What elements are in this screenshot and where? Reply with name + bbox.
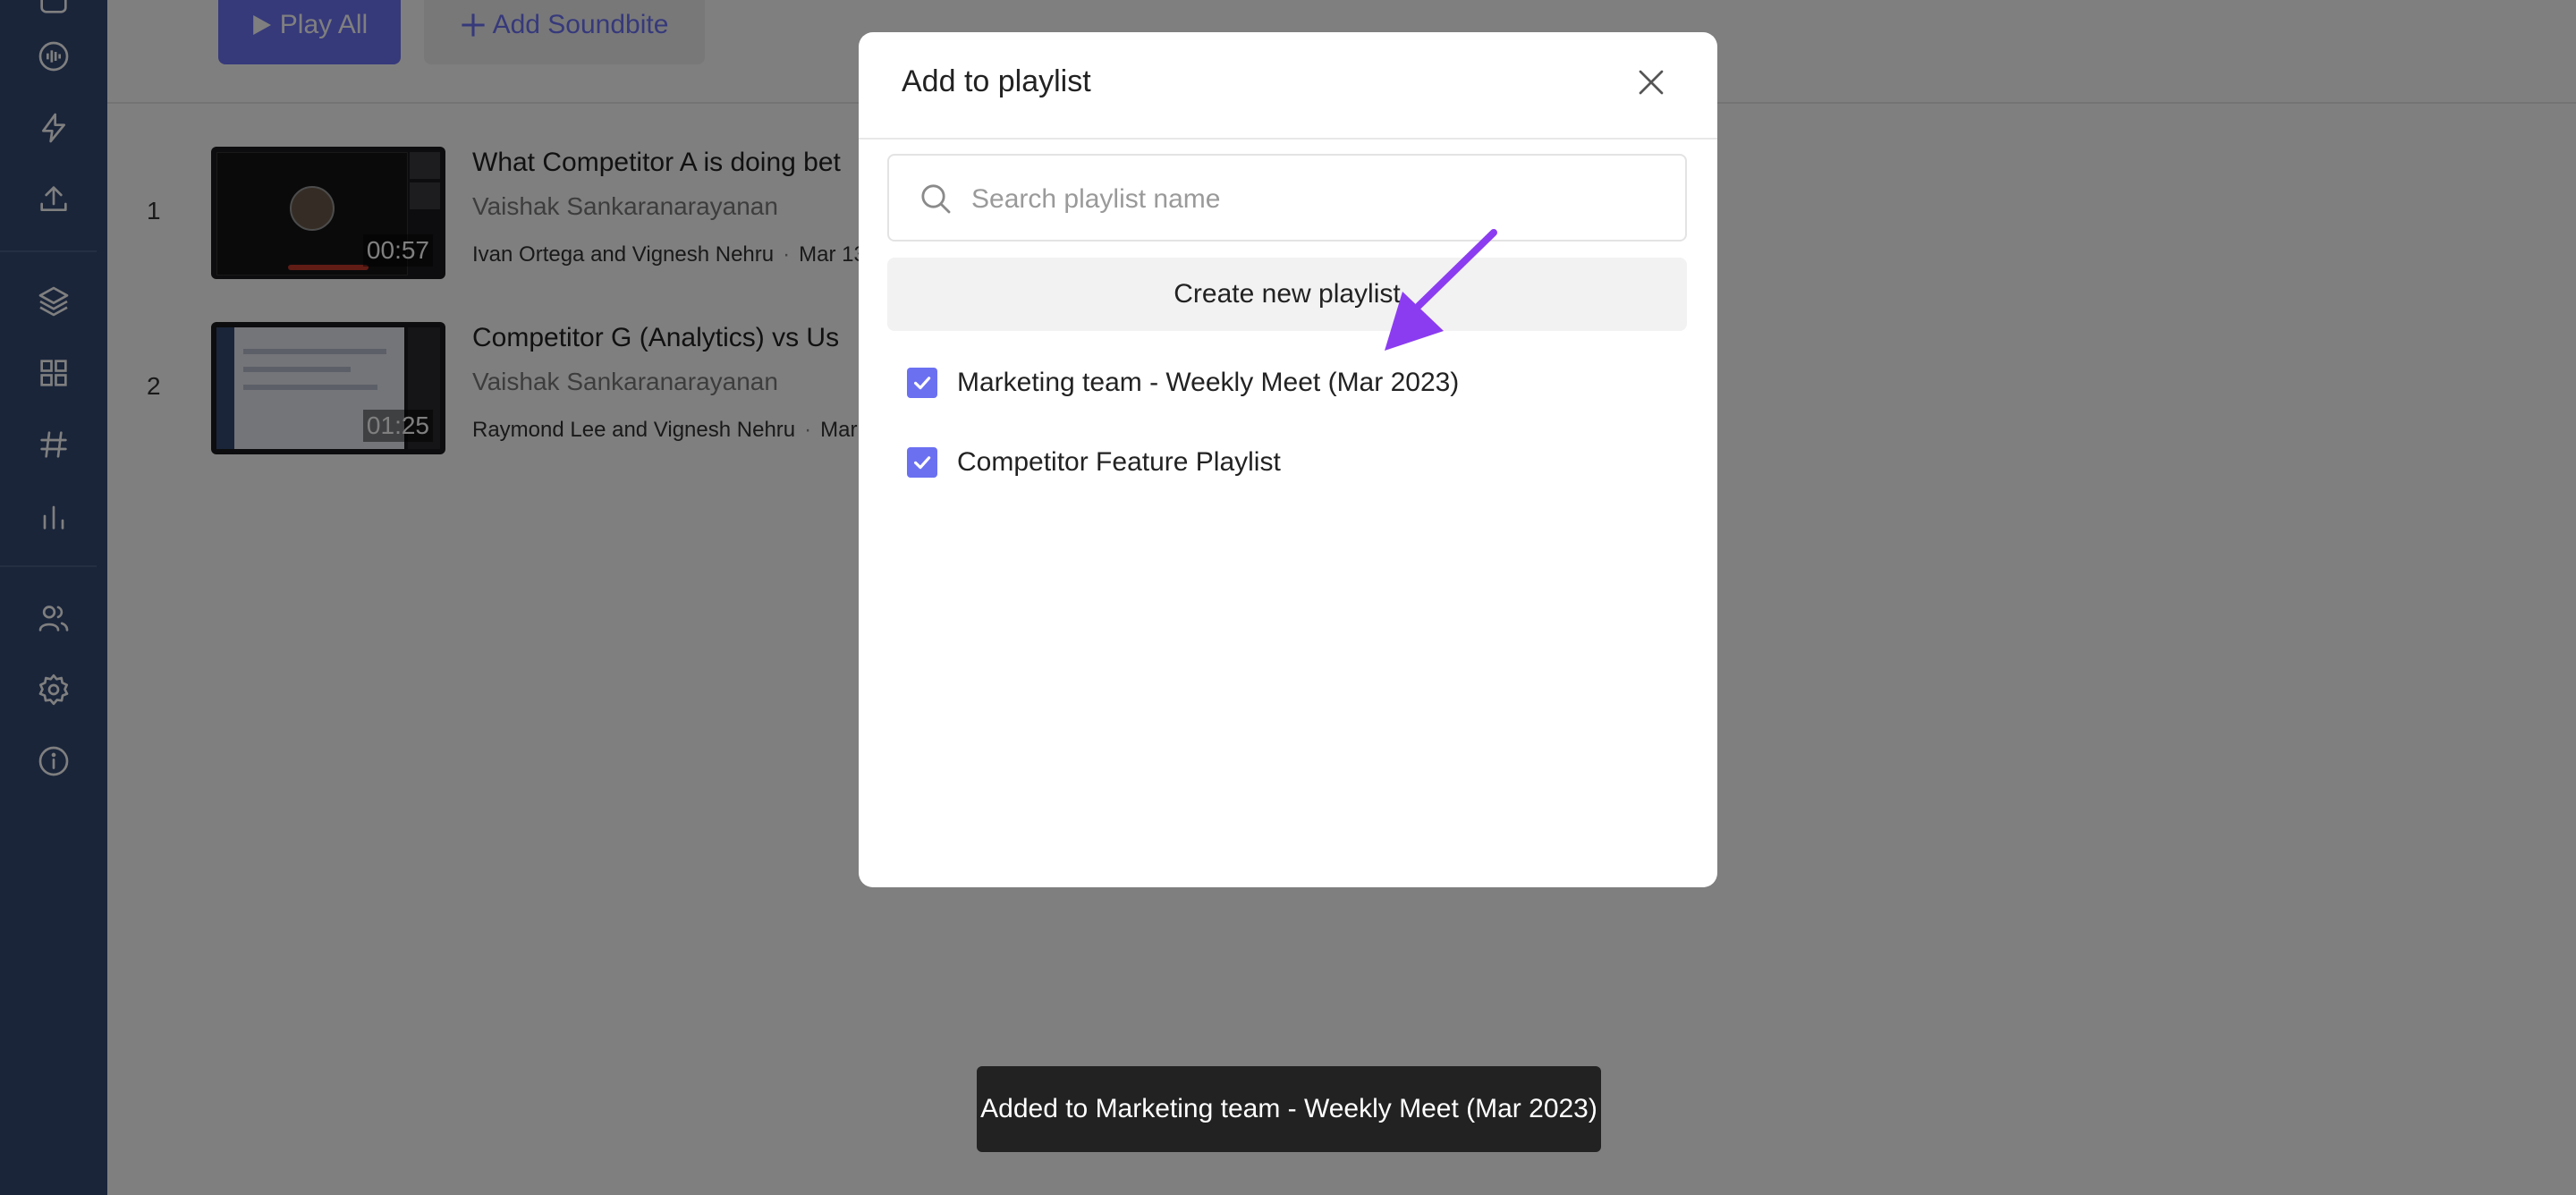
playlist-label: Marketing team - Weekly Meet (Mar 2023): [957, 368, 1460, 397]
modal-header: Add to playlist: [859, 32, 1717, 140]
create-new-playlist-button[interactable]: Create new playlist: [887, 258, 1687, 331]
close-button[interactable]: [1633, 64, 1669, 100]
playlist-option[interactable]: Competitor Feature Playlist: [907, 443, 1281, 482]
checkmark-icon: [914, 377, 931, 390]
playlist-option[interactable]: Marketing team - Weekly Meet (Mar 2023): [907, 363, 1459, 403]
modal-title: Add to playlist: [902, 64, 1091, 98]
search-icon: [921, 184, 951, 214]
close-icon: [1639, 70, 1664, 95]
checkmark-icon: [914, 456, 931, 470]
checkbox-checked[interactable]: [907, 368, 937, 398]
annotation-arrow-icon: [1385, 229, 1497, 351]
search-field[interactable]: [887, 154, 1687, 242]
add-to-playlist-modal: Add to playlist Create new playlist Mark…: [859, 32, 1717, 887]
checkbox-checked[interactable]: [907, 447, 937, 478]
toast-notification: Added to Marketing team - Weekly Meet (M…: [977, 1066, 1601, 1152]
playlist-label: Competitor Feature Playlist: [957, 447, 1281, 477]
search-input[interactable]: [970, 174, 1671, 225]
